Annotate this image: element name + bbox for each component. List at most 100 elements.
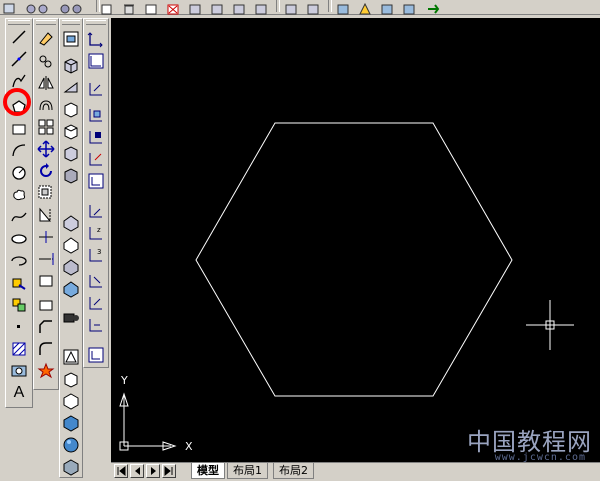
top-tool-icon-3[interactable] [58, 0, 82, 14]
explode-icon[interactable] [36, 361, 56, 381]
3d-cone-icon[interactable] [61, 99, 81, 119]
ucs-zaxis-icon[interactable] [86, 201, 106, 221]
tab-model[interactable]: 模型 [191, 463, 225, 479]
top-tool-icon-4[interactable] [100, 0, 115, 15]
construction-line-icon[interactable] [9, 49, 29, 69]
tab-layout1[interactable]: 布局1 [227, 463, 268, 479]
top-tool-icon-8[interactable] [188, 0, 203, 15]
toolbar-grip[interactable] [86, 20, 106, 25]
insert-block-icon[interactable] [9, 273, 29, 293]
fillet-icon[interactable] [36, 339, 56, 359]
3d-box-icon[interactable] [61, 55, 81, 75]
scale-icon[interactable] [36, 183, 56, 203]
top-tool-icon-14[interactable] [336, 0, 351, 15]
top-tool-icon-18[interactable] [426, 0, 441, 14]
arc-icon[interactable] [9, 141, 29, 161]
multiline-text-icon[interactable]: A [9, 383, 29, 403]
toolbar-separator [328, 0, 332, 12]
3d-sphere-icon[interactable] [61, 121, 81, 141]
mirror-icon[interactable] [36, 73, 56, 93]
top-tool-icon-10[interactable] [232, 0, 247, 15]
top-tool-icon-11[interactable] [254, 0, 269, 15]
3d-polysolid-icon[interactable] [61, 29, 81, 49]
top-tool-icon-1[interactable] [2, 0, 17, 14]
make-block-icon[interactable] [9, 295, 29, 315]
polygon-icon[interactable] [9, 97, 29, 117]
top-toolbar [0, 0, 600, 15]
rectangle-icon[interactable] [9, 119, 29, 139]
point-icon[interactable] [9, 317, 29, 337]
top-tool-icon-16[interactable] [380, 0, 395, 15]
top-tool-icon-15[interactable] [358, 0, 373, 15]
ucs-3point-icon[interactable]: z [86, 223, 106, 243]
ucs-apply-icon[interactable] [86, 315, 106, 335]
circle-icon[interactable] [9, 163, 29, 183]
ellipse-icon[interactable] [9, 229, 29, 249]
line-icon[interactable] [9, 27, 29, 47]
top-tool-icon-5[interactable] [122, 0, 137, 15]
top-tool-icon-12[interactable] [284, 0, 299, 15]
chamfer-icon[interactable] [36, 317, 56, 337]
erase-icon[interactable] [36, 29, 56, 49]
ucs-previous-icon[interactable] [86, 79, 106, 99]
break-icon[interactable] [36, 271, 56, 291]
region-icon[interactable] [9, 361, 29, 381]
prev-tab-button[interactable] [130, 464, 144, 478]
3d-shade-sphere-icon[interactable] [61, 435, 81, 455]
spline-icon[interactable] [9, 207, 29, 227]
join-icon[interactable] [36, 295, 56, 315]
draw-toolbar: A [5, 18, 33, 408]
offset-icon[interactable] [36, 95, 56, 115]
hatch-icon[interactable] [9, 339, 29, 359]
3d-view-left-icon[interactable] [61, 391, 81, 411]
3d-wedge-icon[interactable] [61, 77, 81, 97]
rotate-icon[interactable] [36, 161, 56, 181]
ucs-icon[interactable] [86, 29, 106, 49]
3d-sweep-icon[interactable] [61, 279, 81, 299]
3d-pyramid-icon[interactable] [61, 213, 81, 233]
trim-icon[interactable] [36, 227, 56, 247]
tab-layout2[interactable]: 布局2 [273, 463, 314, 479]
toolbar-grip[interactable] [8, 20, 30, 25]
ucs-object-icon[interactable] [86, 127, 106, 147]
3d-torus-icon[interactable] [61, 165, 81, 185]
3d-cylinder-icon[interactable] [61, 143, 81, 163]
move-icon[interactable] [36, 139, 56, 159]
3d-view-front-icon[interactable] [61, 369, 81, 389]
hexagon-shape[interactable] [195, 122, 513, 397]
top-tool-icon-13[interactable] [306, 0, 321, 15]
toolbar-grip[interactable] [36, 20, 56, 25]
ucs-x-rotate-icon[interactable]: 3 [86, 245, 106, 265]
last-tab-button[interactable] [162, 464, 176, 478]
top-tool-icon-17[interactable] [402, 0, 417, 15]
first-tab-button[interactable] [114, 464, 128, 478]
polyline-icon[interactable] [9, 71, 29, 91]
ucs-view-icon[interactable] [86, 149, 106, 169]
top-tool-icon-2[interactable] [24, 0, 48, 14]
toolbar-grip[interactable] [62, 20, 80, 25]
next-tab-button[interactable] [146, 464, 160, 478]
ucs-z-rotate-icon[interactable] [86, 293, 106, 313]
top-tool-icon-9[interactable] [210, 0, 225, 15]
3d-revolve-icon[interactable] [61, 257, 81, 277]
3d-view-iso-icon[interactable] [61, 413, 81, 433]
extend-icon[interactable] [36, 249, 56, 269]
svg-text:3: 3 [97, 248, 101, 256]
drawing-canvas[interactable]: Y X [111, 18, 600, 462]
3d-camera-icon[interactable] [61, 307, 81, 327]
top-tool-icon-6[interactable] [144, 0, 159, 15]
3d-shade-box-icon[interactable] [61, 457, 81, 477]
array-icon[interactable] [36, 117, 56, 137]
ellipse-arc-icon[interactable] [9, 251, 29, 271]
ucs-origin-icon[interactable] [86, 171, 106, 191]
ucs-named-icon[interactable] [86, 345, 106, 365]
stretch-icon[interactable] [36, 205, 56, 225]
copy-icon[interactable] [36, 51, 56, 71]
ucs-face-icon[interactable] [86, 105, 106, 125]
ucs-world-icon[interactable] [86, 51, 106, 71]
3d-extrude-icon[interactable] [61, 235, 81, 255]
top-tool-icon-7[interactable] [166, 0, 181, 15]
revision-cloud-icon[interactable] [9, 185, 29, 205]
3d-view-top-icon[interactable] [61, 347, 81, 367]
ucs-y-rotate-icon[interactable] [86, 271, 106, 291]
